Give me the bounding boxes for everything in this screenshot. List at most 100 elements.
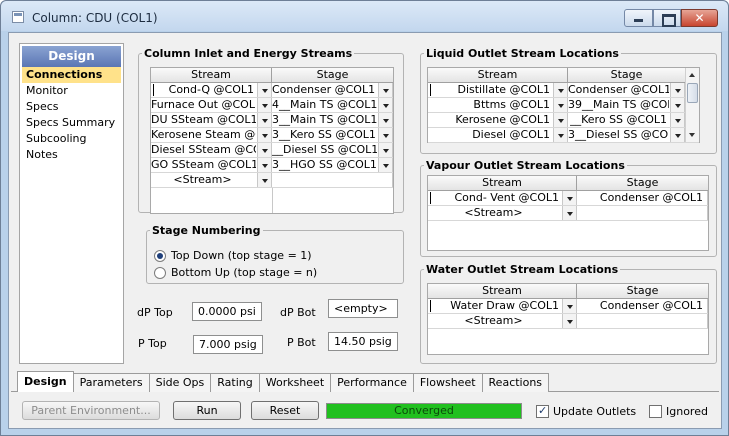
- dropdown-arrow-icon[interactable]: [553, 113, 567, 127]
- scroll-down-icon[interactable]: [686, 129, 699, 141]
- minimize-button[interactable]: [624, 9, 653, 27]
- close-button[interactable]: ✕: [681, 9, 718, 27]
- dropdown-arrow-icon[interactable]: [553, 98, 567, 112]
- dropdown-arrow-icon[interactable]: [553, 128, 567, 142]
- tab-rating[interactable]: Rating: [210, 373, 260, 392]
- nav-item-specs-summary[interactable]: Specs Summary: [22, 115, 121, 131]
- dropdown-arrow-icon[interactable]: [257, 158, 271, 172]
- stage-cell[interactable]: [577, 314, 708, 328]
- dp-bot-field[interactable]: <empty>: [328, 299, 398, 318]
- checkbox-unchecked-icon[interactable]: [649, 405, 662, 418]
- stage-cell[interactable]: __Diesel SS @COL1: [272, 143, 393, 157]
- scroll-thumb[interactable]: [687, 83, 698, 103]
- new-stream-cell[interactable]: <Stream>: [428, 314, 577, 328]
- dropdown-arrow-icon[interactable]: [378, 83, 392, 97]
- dropdown-arrow-icon[interactable]: [562, 299, 576, 313]
- stream-cell[interactable]: Cond- Vent @COL1: [428, 191, 577, 205]
- stream-cell[interactable]: Cond-Q @COL1: [151, 83, 272, 97]
- stage-cell[interactable]: __Kero SS @COL1: [568, 113, 685, 127]
- stage-cell[interactable]: Condenser @COL1: [568, 83, 685, 97]
- dropdown-arrow-icon[interactable]: [378, 158, 392, 172]
- stage-cell[interactable]: Condenser @COL1: [272, 83, 393, 97]
- new-stream-cell[interactable]: <Stream>: [428, 206, 577, 220]
- dropdown-arrow-icon[interactable]: [257, 83, 271, 97]
- stage-cell[interactable]: 3__Main TS @COL1: [272, 113, 393, 127]
- dropdown-arrow-icon[interactable]: [378, 143, 392, 157]
- p-bot-field[interactable]: 14.50 psig: [328, 332, 398, 351]
- stream-cell[interactable]: Kerosene Steam @COL1: [151, 128, 272, 142]
- dp-top-field[interactable]: 0.0000 psi: [192, 302, 262, 321]
- dropdown-arrow-icon[interactable]: [670, 83, 684, 97]
- nav-item-notes[interactable]: Notes: [22, 147, 121, 163]
- parent-environment-button[interactable]: Parent Environment...: [22, 401, 160, 420]
- stage-cell[interactable]: Condenser @COL1: [577, 299, 708, 313]
- dropdown-arrow-icon[interactable]: [562, 191, 576, 205]
- stage-cell[interactable]: 39__Main TS @COL1: [568, 98, 685, 112]
- stream-cell[interactable]: Water Draw @COL1: [428, 299, 577, 313]
- dropdown-arrow-icon[interactable]: [562, 314, 576, 328]
- stage-cell[interactable]: 3__Kero SS @COL1: [272, 128, 393, 142]
- close-icon: ✕: [694, 11, 705, 25]
- dropdown-arrow-icon[interactable]: [378, 113, 392, 127]
- radio-selected-icon[interactable]: [154, 249, 166, 262]
- stage-column-header: Stage: [626, 284, 659, 297]
- solver-status-bar: Converged: [326, 403, 522, 419]
- dropdown-arrow-icon[interactable]: [378, 98, 392, 112]
- stream-cell[interactable]: Furnace Out @COL1: [151, 98, 272, 112]
- dropdown-arrow-icon[interactable]: [257, 128, 271, 142]
- stream-cell[interactable]: GO SSteam @COL1: [151, 158, 272, 172]
- tab-strip: Design Parameters Side Ops Rating Worksh…: [17, 371, 550, 392]
- stream-cell[interactable]: Diesel SSteam @COL1: [151, 143, 272, 157]
- dropdown-arrow-icon[interactable]: [553, 83, 567, 97]
- tab-flowsheet[interactable]: Flowsheet: [412, 373, 483, 392]
- ignored-checkbox[interactable]: Ignored: [649, 405, 708, 418]
- nav-item-specs[interactable]: Specs: [22, 99, 121, 115]
- checkbox-checked-icon[interactable]: [536, 404, 549, 418]
- nav-item-subcooling[interactable]: Subcooling: [22, 131, 121, 147]
- dropdown-arrow-icon[interactable]: [257, 98, 271, 112]
- stream-cell[interactable]: Distillate @COL1: [428, 83, 568, 97]
- tab-side-ops[interactable]: Side Ops: [148, 373, 212, 392]
- p-top-label: P Top: [138, 337, 167, 350]
- top-down-radio[interactable]: Top Down (top stage = 1): [154, 249, 312, 262]
- stream-cell[interactable]: Bttms @COL1: [428, 98, 568, 112]
- stage-cell[interactable]: 4__Main TS @COL1: [272, 98, 393, 112]
- scroll-up-icon[interactable]: [686, 69, 699, 81]
- nav-item-connections[interactable]: Connections: [22, 67, 121, 83]
- dropdown-arrow-icon[interactable]: [257, 143, 271, 157]
- new-stream-cell[interactable]: <Stream>: [151, 173, 272, 187]
- dropdown-arrow-icon[interactable]: [670, 128, 684, 142]
- dropdown-arrow-icon[interactable]: [670, 113, 684, 127]
- nav-item-monitor[interactable]: Monitor: [22, 83, 121, 99]
- stage-cell[interactable]: [272, 173, 393, 187]
- tab-design[interactable]: Design: [17, 371, 74, 392]
- p-top-field[interactable]: 7.000 psig: [193, 335, 263, 354]
- table-row: Furnace Out @COL1 4__Main TS @COL1: [151, 98, 393, 113]
- dropdown-arrow-icon[interactable]: [670, 98, 684, 112]
- tab-worksheet[interactable]: Worksheet: [258, 373, 332, 392]
- stage-column-header: Stage: [626, 176, 659, 189]
- tab-performance[interactable]: Performance: [330, 373, 414, 392]
- run-button[interactable]: Run: [173, 401, 241, 420]
- dropdown-arrow-icon[interactable]: [562, 206, 576, 220]
- stage-cell[interactable]: [577, 206, 708, 220]
- dropdown-arrow-icon[interactable]: [378, 128, 392, 142]
- stream-cell[interactable]: Kerosene @COL1: [428, 113, 568, 127]
- liquid-grid-scrollbar[interactable]: [685, 68, 699, 142]
- bottom-up-radio[interactable]: Bottom Up (top stage = n): [154, 266, 317, 279]
- stage-cell[interactable]: 3__HGO SS @COL1: [272, 158, 393, 172]
- table-row: Cond-Q @COL1 Condenser @COL1: [151, 83, 393, 98]
- update-outlets-checkbox[interactable]: Update Outlets: [536, 404, 636, 418]
- radio-unselected-icon[interactable]: [154, 266, 166, 279]
- stream-cell[interactable]: Diesel @COL1: [428, 128, 568, 142]
- stage-cell[interactable]: Condenser @COL1: [577, 191, 708, 205]
- tab-parameters[interactable]: Parameters: [72, 373, 150, 392]
- stream-cell[interactable]: DU SSteam @COL1: [151, 113, 272, 127]
- maximize-button[interactable]: [653, 9, 681, 27]
- dropdown-arrow-icon[interactable]: [257, 173, 271, 187]
- tab-reactions[interactable]: Reactions: [481, 373, 550, 392]
- dropdown-arrow-icon[interactable]: [257, 113, 271, 127]
- title-bar[interactable]: Column: CDU (COL1) ✕: [1, 1, 728, 31]
- stage-cell[interactable]: 3__Diesel SS @COL1: [568, 128, 685, 142]
- reset-button[interactable]: Reset: [251, 401, 319, 420]
